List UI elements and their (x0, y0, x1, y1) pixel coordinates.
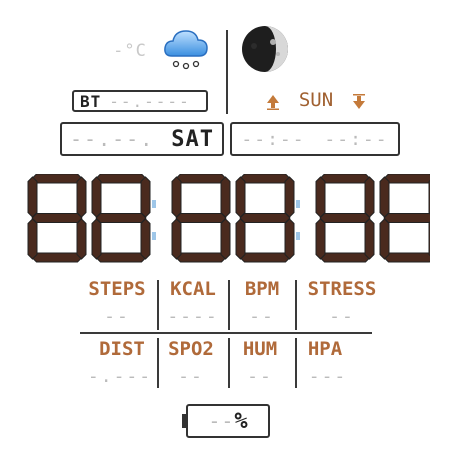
hum-label: HUM (242, 338, 278, 360)
clock-digit-4-segment (364, 218, 375, 260)
date-digits: --.--. (70, 127, 155, 151)
clock-digit-0-segment (31, 174, 83, 184)
grid-horizontal-divider (80, 332, 372, 334)
clock-digit-3-segment (235, 176, 246, 218)
dist-label: DIST (99, 338, 145, 360)
bluetooth-box: BT --.---- (72, 90, 208, 112)
clock-digit-5-segment (428, 221, 430, 257)
grid-divider (157, 338, 159, 388)
clock-digit-4-segment (315, 176, 326, 218)
clock-digit-3-segment (235, 218, 246, 260)
clock-digit-3-segment (284, 176, 295, 218)
clock-digit-4-segment (319, 213, 371, 223)
cloud-snow-icon (164, 30, 208, 70)
clock-digit-0-segment (31, 213, 83, 223)
clock-digit-0-segment (76, 176, 87, 218)
battery-indicator: -- % (186, 404, 270, 438)
clock-colon-dot (152, 232, 156, 240)
sun-label: SUN (298, 89, 334, 111)
spo2-label: SPO2 (168, 338, 214, 360)
clock-digit-5-segment (383, 213, 430, 223)
kcal-label: KCAL (170, 278, 216, 300)
clock-digit-2-segment (175, 213, 227, 223)
clock-digit-1-segment (95, 174, 147, 184)
sunrise-time: --:-- (241, 128, 306, 150)
day-of-week: SAT (171, 126, 214, 152)
clock-digit-5-segment (379, 176, 390, 218)
grid-divider (228, 338, 230, 388)
clock-digit-5-segment (383, 174, 430, 184)
clock-digit-2-segment (220, 176, 231, 218)
clock-digit-1-segment (95, 213, 147, 223)
clock-digit-2-segment (171, 218, 182, 260)
clock-digit-0-segment (27, 176, 38, 218)
clock-digit-1-segment (140, 218, 151, 260)
steps-value: -- (104, 306, 130, 327)
bluetooth-label: BT (80, 91, 102, 111)
date-box: --.--. SAT (60, 122, 224, 156)
hpa-label: HPA (307, 338, 343, 360)
main-clock (27, 174, 430, 263)
hum-value: -- (247, 366, 273, 387)
grid-divider (295, 338, 297, 388)
clock-digit-2-segment (175, 174, 227, 184)
clock-digit-0-segment (31, 252, 83, 263)
arrow-down-icon (353, 94, 365, 109)
clock-digit-1-segment (91, 176, 102, 218)
sunset-time: --:-- (324, 128, 389, 150)
clock-digit-3-segment (239, 252, 291, 263)
grid-divider (295, 280, 297, 330)
clock-digit-3-segment (239, 174, 291, 184)
bpm-label: BPM (244, 278, 280, 300)
clock-digit-2-segment (171, 176, 182, 218)
clock-colon-dot (296, 200, 300, 208)
clock-digit-2-segment (175, 252, 227, 263)
clock-digit-4-segment (364, 176, 375, 218)
clock-digit-4-segment (319, 174, 371, 184)
clock-digit-0-segment (27, 218, 38, 260)
clock-digit-1-segment (91, 218, 102, 260)
clock-digit-3-segment (284, 218, 295, 260)
clock-colon-dot (152, 200, 156, 208)
clock-digit-1-segment (140, 176, 151, 218)
kcal-value: ---- (167, 306, 219, 327)
sun-times-box: --:-- --:-- (230, 122, 400, 156)
bpm-value: -- (249, 306, 275, 327)
steps-label: STEPS (88, 278, 146, 300)
clock-digit-5-segment (383, 252, 430, 263)
grid-divider (157, 280, 159, 330)
grid-divider (228, 280, 230, 330)
battery-unit: % (234, 408, 248, 434)
clock-digit-5-segment (428, 179, 430, 215)
bluetooth-value: --.---- (109, 91, 191, 111)
top-divider (226, 30, 228, 114)
stress-label: STRESS (307, 278, 377, 300)
clock-digit-0-segment (76, 218, 87, 260)
clock-digit-4-segment (315, 218, 326, 260)
hpa-value: --- (308, 366, 348, 387)
clock-digit-4-segment (319, 252, 371, 263)
spo2-value: -- (178, 366, 204, 387)
clock-colon-dot (296, 232, 300, 240)
clock-digit-2-segment (220, 218, 231, 260)
arrow-up-icon (267, 95, 279, 110)
moon-phase-icon (242, 26, 288, 72)
clock-digit-1-segment (95, 252, 147, 263)
battery-value: -- (208, 409, 235, 433)
stress-value: -- (329, 306, 355, 327)
clock-digit-5-segment (379, 218, 390, 260)
dist-value: -.--- (87, 366, 153, 387)
clock-digit-3-segment (239, 213, 291, 223)
temperature: -°C (113, 41, 147, 61)
